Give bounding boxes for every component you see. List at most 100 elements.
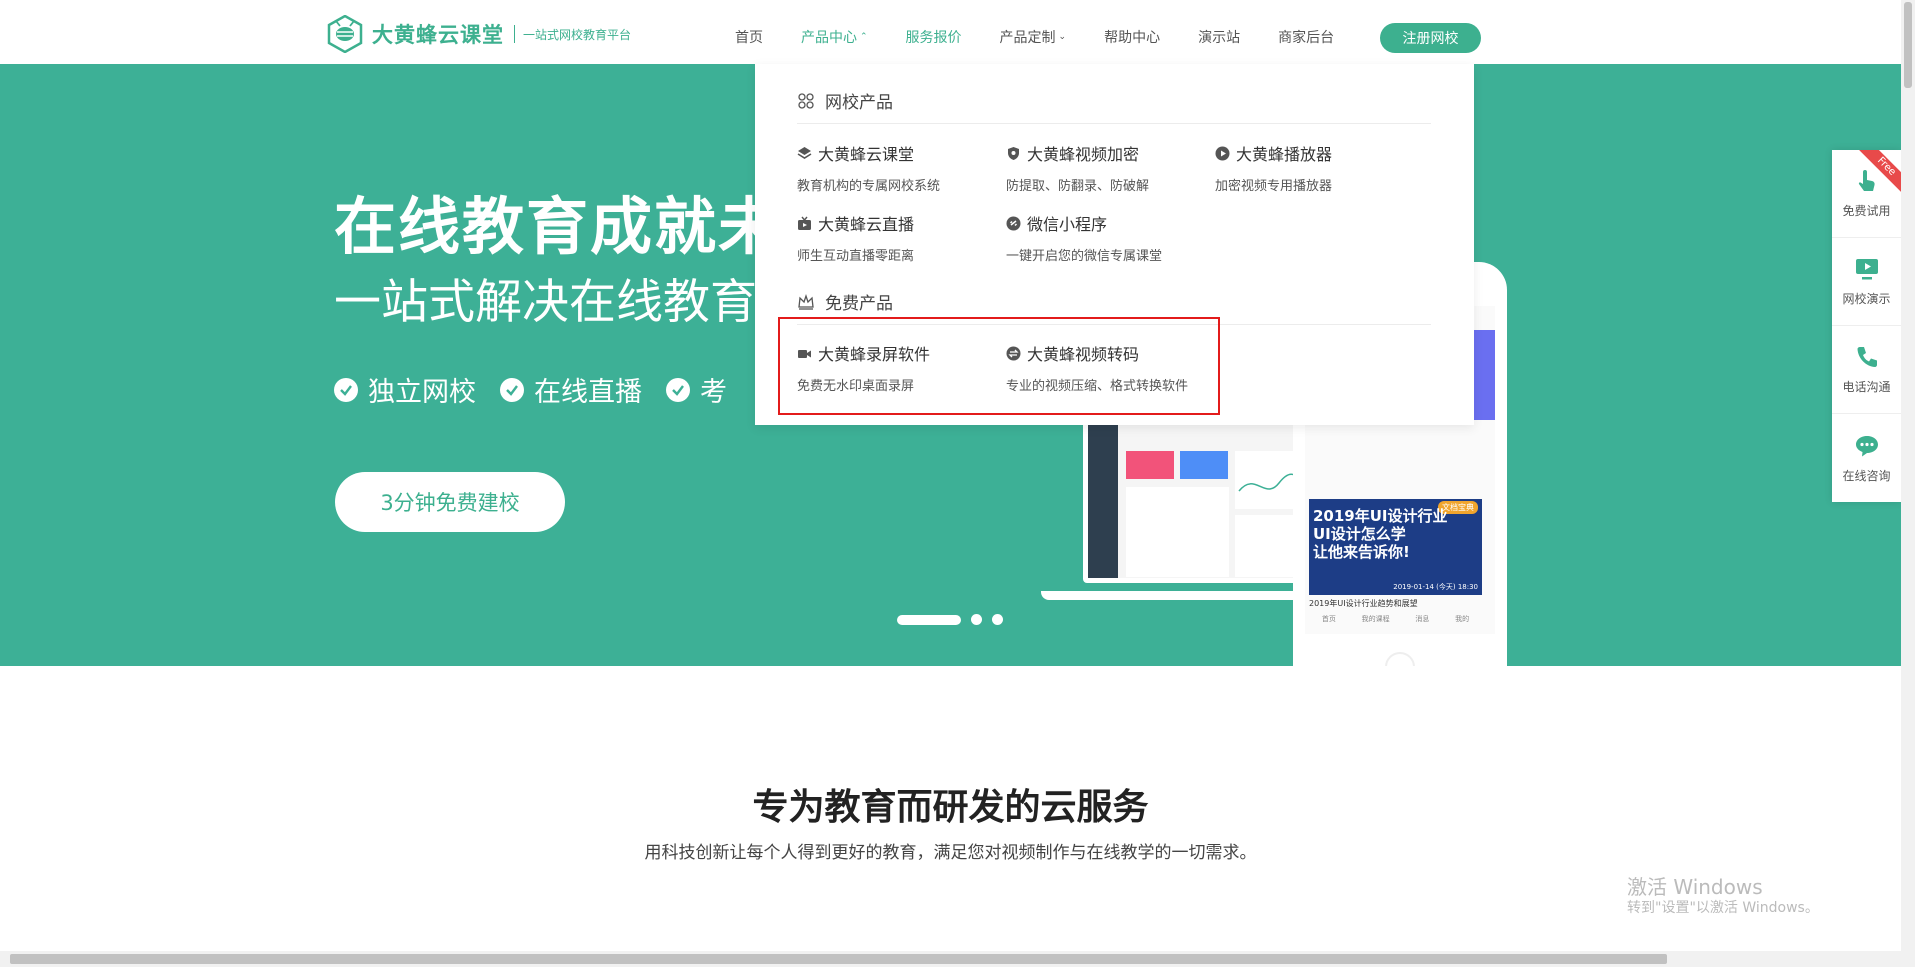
phone-caption: 2019年UI设计行业趋势和展望 [1309,599,1418,608]
check-icon [334,377,358,402]
feature-label: 在线直播 [534,377,642,408]
phone-tab: 首页 [1321,615,1336,623]
hand-icon [1858,170,1875,191]
check-icon [500,377,524,402]
link-icon [1006,216,1021,230]
float-label: 电话沟通 [1842,380,1891,394]
product-head: 大黄蜂视频加密 [1006,141,1206,165]
contact-float-bar: Free 免费试用 网校演示 电话沟通 在线咨询 [1832,150,1901,502]
nav-merchant-label: 商家后台 [1278,30,1335,46]
hero-features: 独立网校 在线直播 考 [334,370,751,409]
laptop-base [1041,591,1327,600]
carousel-dot[interactable] [971,614,982,625]
shield-icon [1008,146,1019,160]
section-school-products: 网校产品 [797,88,1431,124]
product-head: 大黄蜂云直播 [797,211,997,235]
horizontal-scroll-thumb[interactable] [10,954,1667,964]
play-icon [1215,146,1230,160]
chat-icon [1855,435,1878,456]
float-label: 免费试用 [1842,204,1891,218]
laptop-card [1126,451,1174,479]
logo-separator [514,25,515,43]
product-name: 大黄蜂云课堂 [818,145,915,164]
phone-banner-line: 2019年UI设计行业 [1313,507,1448,525]
product-head: 微信小程序 [1006,211,1206,235]
phone-tabbar: 首页 我的课程 消息 我的 [1309,614,1482,624]
float-label: 在线咨询 [1842,468,1891,483]
check-icon [666,377,690,402]
windows-activation-title: 激活 Windows [1627,875,1763,899]
nav-products[interactable]: 产品中心 ⌃ [801,27,868,47]
phone-banner-line: UI设计怎么学 [1313,525,1406,543]
product-name: 大黄蜂播放器 [1236,145,1333,164]
site-header: 大黄蜂云课堂 一站式网校教育平台 首页 产品中心 ⌃ 服务报价 产品定制 ⌄ 帮助中… [0,0,1901,64]
product-desc: 教育机构的专属网校系统 [797,179,941,194]
highlight-box [778,317,1220,415]
product-desc: 防提取、防翻录、防破解 [1006,179,1150,194]
product-live[interactable]: 大黄蜂云直播 师生互动直播零距离 [797,211,997,264]
carousel-dot-active[interactable] [897,614,961,625]
logo-icon [327,15,363,53]
nav-home-label: 首页 [735,30,763,46]
float-label: 网校演示 [1842,292,1891,306]
laptop-sidebar [1088,423,1118,578]
vertical-scrollbar[interactable] [1901,0,1915,967]
product-desc: 加密视频专用播放器 [1215,179,1333,194]
monitor-icon [1855,259,1878,280]
products-dropdown: 网校产品 大黄蜂云课堂 教育机构的专属网校系统 大黄蜂视频加密 防提取、防翻录、… [755,64,1474,425]
nav-home[interactable]: 首页 [735,27,763,47]
carousel-dot[interactable] [992,614,1003,625]
product-desc: 师生互动直播零距离 [797,249,915,264]
online-chat-button[interactable]: 在线咨询 [1832,414,1901,502]
laptop-card [1180,451,1228,479]
feature-label: 独立网校 [368,377,476,408]
layers-icon [797,146,812,159]
phone-icon [1857,347,1877,367]
windows-activation-hint: 转到"设置"以激活 Windows。 [1627,900,1819,916]
phone-tab: 消息 [1415,615,1430,623]
site-logo[interactable]: 大黄蜂云课堂 一站式网校教育平台 [326,14,631,54]
laptop-list [1126,487,1229,577]
phone-banner-date: 2019-01-14 (今天) 18:30 [1393,583,1478,591]
chevron-up-icon: ⌃ [860,32,868,42]
phone-banner-line: 让他来告诉你! [1313,543,1410,561]
section-title: 免费产品 [825,294,893,314]
grid-icon [798,92,814,109]
crown-icon [798,293,814,310]
free-build-school-button[interactable]: 3分钟免费建校 [335,472,565,532]
nav-customization-label: 产品定制 [999,30,1056,46]
laptop-illustration [1083,418,1310,583]
school-demo-button[interactable]: 网校演示 [1832,238,1901,326]
feature-item: 考 [666,370,727,409]
free-trial-button[interactable]: 免费试用 [1832,150,1901,238]
register-school-button[interactable]: 注册网校 [1380,23,1481,53]
product-mini-program[interactable]: 微信小程序 一键开启您的微信专属课堂 [1006,211,1206,264]
hero-title: 在线教育成就未 [334,190,783,263]
product-desc: 一键开启您的微信专属课堂 [1006,249,1163,264]
horizontal-scrollbar[interactable] [0,951,1901,967]
nav-demo[interactable]: 演示站 [1198,27,1240,47]
section-title: 网校产品 [825,93,893,113]
phone-contact-button[interactable]: 电话沟通 [1832,326,1901,414]
product-video-encryption[interactable]: 大黄蜂视频加密 防提取、防翻录、防破解 [1006,141,1206,194]
nav-merchant[interactable]: 商家后台 [1278,27,1334,47]
services-title: 专为教育而研发的云服务 [752,787,1149,828]
product-head: 大黄蜂云课堂 [797,141,997,165]
nav-pricing-label: 服务报价 [905,30,962,46]
nav-customization[interactable]: 产品定制 ⌄ [1000,27,1067,47]
nav-help[interactable]: 帮助中心 [1104,27,1160,47]
product-head: 大黄蜂播放器 [1215,141,1415,165]
nav-pricing[interactable]: 服务报价 [906,27,962,47]
product-name: 大黄蜂云直播 [818,215,915,234]
feature-label: 考 [700,377,727,408]
vertical-scroll-thumb[interactable] [1904,2,1912,88]
product-yunketang[interactable]: 大黄蜂云课堂 教育机构的专属网校系统 [797,141,997,194]
phone-course-banner: 文档宝典 2019年UI设计行业 UI设计怎么学 让他来告诉你! 2019-01… [1309,499,1482,595]
hero-subtitle: 一站式解决在线教育 [334,275,757,330]
product-player[interactable]: 大黄蜂播放器 加密视频专用播放器 [1215,141,1415,194]
product-name: 微信小程序 [1027,215,1108,234]
main-nav: 首页 产品中心 ⌃ 服务报价 产品定制 ⌄ 帮助中心 演示站 商家后台 [735,0,1372,74]
phone-tab: 我的课程 [1361,615,1390,623]
nav-demo-label: 演示站 [1198,30,1241,46]
nav-help-label: 帮助中心 [1104,30,1161,46]
